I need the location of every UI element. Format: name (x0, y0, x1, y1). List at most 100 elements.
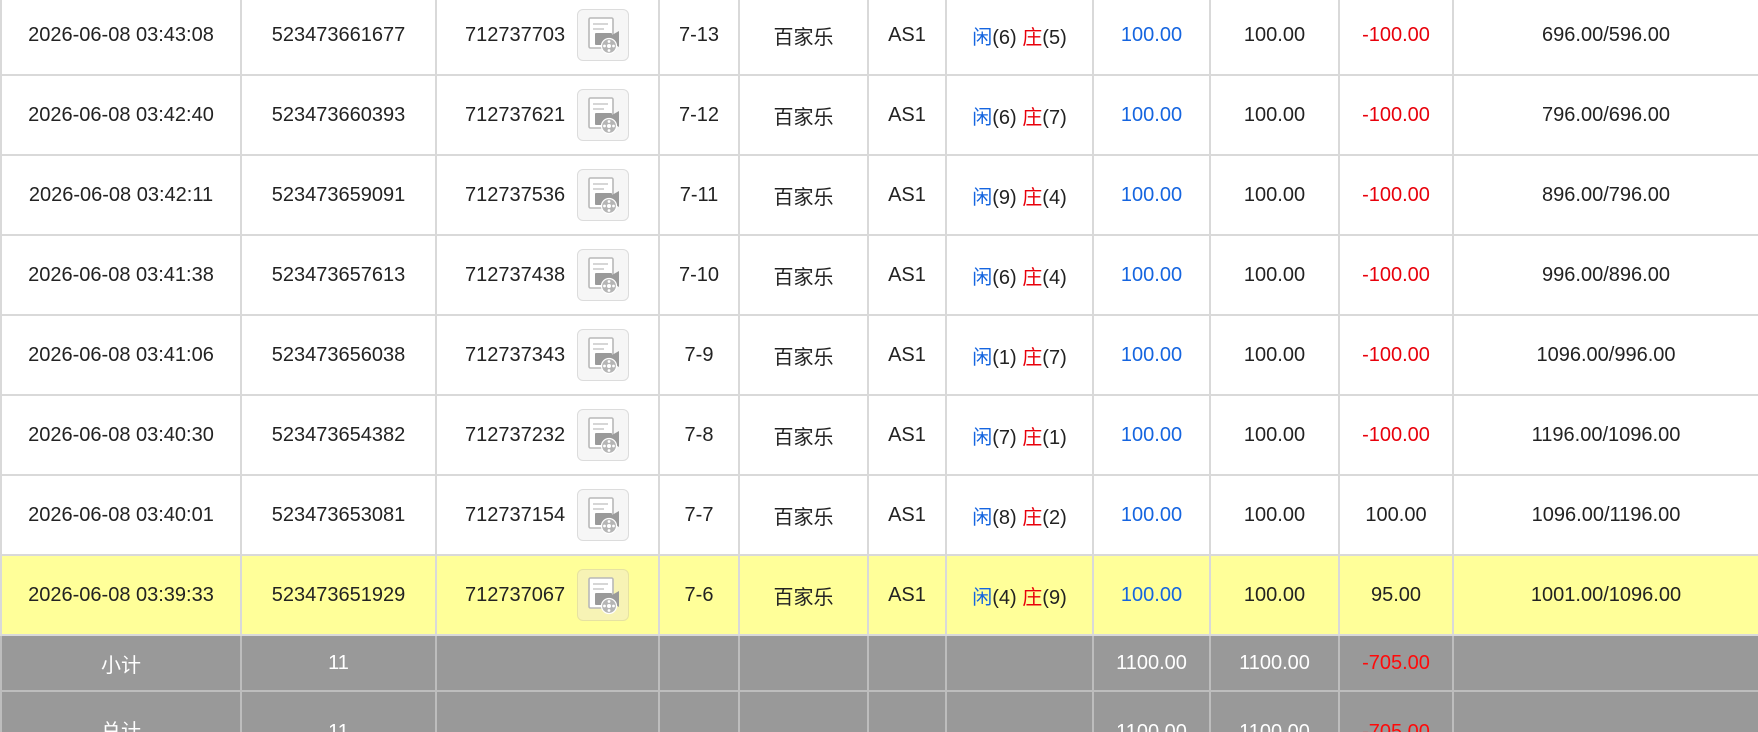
video-replay-icon[interactable] (576, 489, 629, 541)
summary-body: 小计 11 1100.00 1100.00 -705.00 总计 11 1100… (0, 634, 1758, 732)
player-label: 闲 (972, 266, 993, 289)
bet-id: 523473661677 (240, 0, 437, 76)
win-loss-amount: -100.00 (1338, 314, 1454, 396)
banker-score: (5) (1042, 26, 1067, 49)
table-row: 2026-06-08 03:42:40 523473660393 7127376… (0, 74, 1758, 156)
balance-change: 896.00/796.00 (1452, 154, 1758, 236)
bet-id: 523473654382 (240, 394, 437, 476)
bet-time: 2026-06-08 03:41:38 (0, 234, 242, 316)
valid-bet-amount: 100.00 (1209, 314, 1340, 396)
video-replay-icon[interactable] (576, 329, 629, 381)
round-cell: 712737621 (435, 74, 660, 156)
video-replay-icon[interactable] (576, 569, 629, 621)
win-loss-amount: -100.00 (1338, 154, 1454, 236)
game-name: 百家乐 (738, 154, 869, 236)
empty-cell (867, 690, 947, 732)
bet-amount: 100.00 (1092, 74, 1211, 156)
player-score: (8) (992, 506, 1017, 529)
valid-bet-amount: 100.00 (1209, 554, 1340, 636)
valid-bet-amount: 100.00 (1209, 394, 1340, 476)
video-replay-icon[interactable] (576, 89, 629, 141)
game-name: 百家乐 (738, 554, 869, 636)
table-row: 2026-06-08 03:43:08 523473661677 7127377… (0, 0, 1758, 76)
shoe-hand: 7-12 (658, 74, 740, 156)
table-row: 2026-06-08 03:41:38 523473657613 7127374… (0, 234, 1758, 316)
table-code: AS1 (867, 474, 947, 556)
round-id: 712737621 (465, 103, 566, 126)
table-row: 2026-06-08 03:40:01 523473653081 7127371… (0, 474, 1758, 556)
player-label: 闲 (972, 426, 993, 449)
player-score: (6) (992, 26, 1017, 49)
player-score: (4) (992, 586, 1017, 609)
balance-change: 1096.00/996.00 (1452, 314, 1758, 396)
round-cell: 712737536 (435, 154, 660, 236)
round-id: 712737438 (465, 263, 566, 286)
win-loss-amount: -100.00 (1338, 394, 1454, 476)
player-score: (6) (992, 266, 1017, 289)
banker-label: 庄 (1022, 106, 1043, 129)
table-code: AS1 (867, 0, 947, 76)
banker-score: (2) (1042, 506, 1067, 529)
empty-cell (435, 690, 660, 732)
banker-label: 庄 (1022, 346, 1043, 369)
subtotal-row: 小计 11 1100.00 1100.00 -705.00 (0, 634, 1758, 692)
bet-id: 523473659091 (240, 154, 437, 236)
banker-score: (7) (1042, 346, 1067, 369)
bet-time: 2026-06-08 03:39:33 (0, 554, 242, 636)
shoe-hand: 7-9 (658, 314, 740, 396)
win-loss-amount: 95.00 (1338, 554, 1454, 636)
bet-id: 523473660393 (240, 74, 437, 156)
round-id: 712737232 (465, 423, 566, 446)
player-label: 闲 (972, 586, 993, 609)
video-replay-icon[interactable] (576, 249, 629, 301)
table-row: 2026-06-08 03:42:11 523473659091 7127375… (0, 154, 1758, 236)
result-cell: 闲(8) 庄(2) (945, 474, 1094, 556)
player-label: 闲 (972, 186, 993, 209)
balance-change: 796.00/696.00 (1452, 74, 1758, 156)
subtotal-count: 11 (240, 634, 437, 692)
subtotal-bet: 1100.00 (1092, 634, 1211, 692)
empty-cell (658, 690, 740, 732)
banker-label: 庄 (1022, 426, 1043, 449)
banker-label: 庄 (1022, 586, 1043, 609)
bet-amount: 100.00 (1092, 154, 1211, 236)
balance-change: 996.00/896.00 (1452, 234, 1758, 316)
round-cell: 712737343 (435, 314, 660, 396)
bet-id: 523473657613 (240, 234, 437, 316)
bet-time: 2026-06-08 03:42:11 (0, 154, 242, 236)
game-name: 百家乐 (738, 234, 869, 316)
valid-bet-amount: 100.00 (1209, 74, 1340, 156)
win-loss-amount: -100.00 (1338, 234, 1454, 316)
empty-cell (435, 634, 660, 692)
valid-bet-amount: 100.00 (1209, 234, 1340, 316)
result-cell: 闲(6) 庄(4) (945, 234, 1094, 316)
video-replay-icon[interactable] (576, 169, 629, 221)
bet-id: 523473656038 (240, 314, 437, 396)
valid-bet-amount: 100.00 (1209, 0, 1340, 76)
video-replay-icon[interactable] (576, 9, 629, 61)
bet-amount: 100.00 (1092, 554, 1211, 636)
total-label: 总计 (0, 690, 242, 732)
bet-id: 523473651929 (240, 554, 437, 636)
bet-amount: 100.00 (1092, 474, 1211, 556)
win-loss-amount: -100.00 (1338, 74, 1454, 156)
balance-change: 1001.00/1096.00 (1452, 554, 1758, 636)
total-bet: 1100.00 (1092, 690, 1211, 732)
round-cell: 712737232 (435, 394, 660, 476)
video-replay-icon[interactable] (576, 409, 629, 461)
valid-bet-amount: 100.00 (1209, 154, 1340, 236)
bet-time: 2026-06-08 03:41:06 (0, 314, 242, 396)
banker-label: 庄 (1022, 186, 1043, 209)
table-row: 2026-06-08 03:40:30 523473654382 7127372… (0, 394, 1758, 476)
bet-amount: 100.00 (1092, 314, 1211, 396)
empty-cell (658, 634, 740, 692)
round-cell: 712737154 (435, 474, 660, 556)
bet-time: 2026-06-08 03:40:01 (0, 474, 242, 556)
table-row: 2026-06-08 03:41:06 523473656038 7127373… (0, 314, 1758, 396)
bet-time: 2026-06-08 03:43:08 (0, 0, 242, 76)
balance-change: 696.00/596.00 (1452, 0, 1758, 76)
round-cell: 712737067 (435, 554, 660, 636)
shoe-hand: 7-8 (658, 394, 740, 476)
player-score: (9) (992, 186, 1017, 209)
banker-score: (4) (1042, 266, 1067, 289)
